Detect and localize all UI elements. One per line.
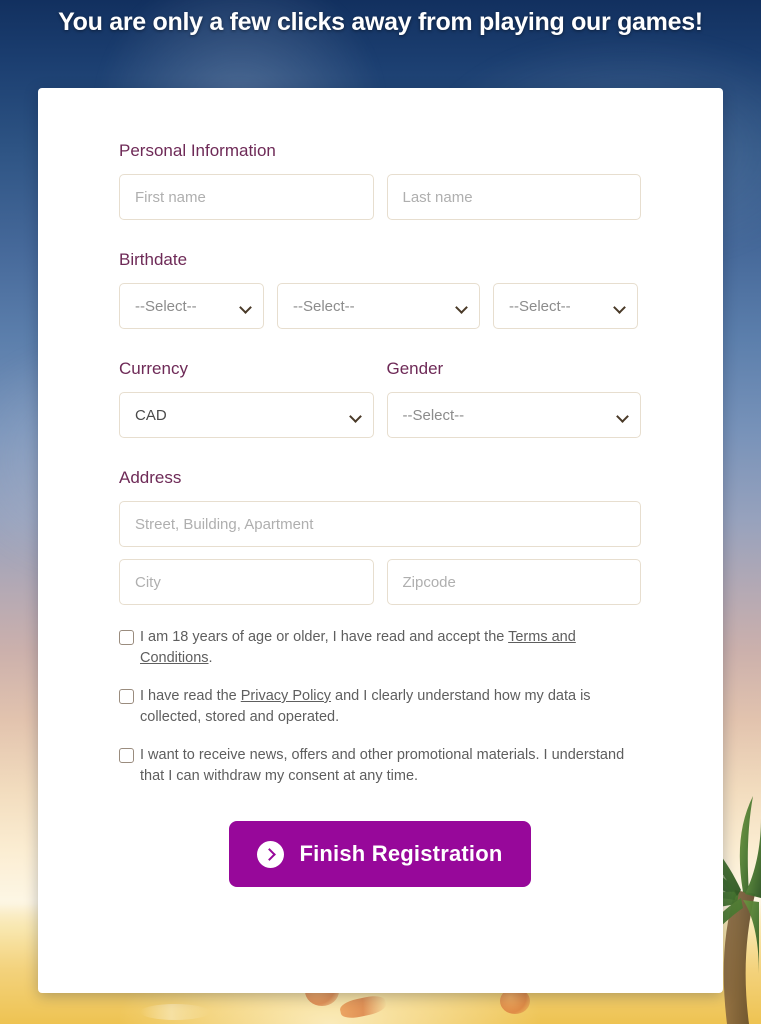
currency-gender-field-row: CAD --Select-- [119,392,641,438]
registration-form-card: Personal Information Birthdate --Select-… [38,88,723,993]
currency-gender-heading-row: Currency Gender [119,358,641,380]
city-input[interactable] [119,559,374,605]
privacy-policy-checkbox[interactable] [119,689,134,704]
age-terms-text-before: I am 18 years of age or older, I have re… [140,629,509,645]
section-heading-personal-information: Personal Information [119,141,276,160]
section-heading-address: Address [119,468,182,487]
consent-row-age-terms: I am 18 years of age or older, I have re… [119,627,641,669]
finish-registration-button[interactable]: Finish Registration [229,821,531,887]
privacy-policy-link[interactable]: Privacy Policy [241,688,331,704]
street-input[interactable] [119,501,641,547]
marketing-label: I want to receive news, offers and other… [140,747,625,784]
city-zip-field-row [119,559,641,605]
age-terms-checkbox[interactable] [119,630,134,645]
birth-month-value: --Select-- [293,297,355,315]
birth-year-select[interactable]: --Select-- [493,283,638,329]
last-name-input[interactable] [386,174,641,220]
consent-row-privacy: I have read the Privacy Policy and I cle… [119,686,641,728]
privacy-text-before: I have read the [140,688,241,704]
name-field-row [119,174,641,220]
section-heading-currency: Currency [119,359,188,378]
age-terms-label: I am 18 years of age or older, I have re… [140,627,641,669]
birth-day-select[interactable]: --Select-- [119,283,264,329]
gender-select[interactable]: --Select-- [386,392,641,438]
registration-form: Personal Information Birthdate --Select-… [119,140,641,887]
currency-value: CAD [135,406,167,424]
privacy-policy-label: I have read the Privacy Policy and I cle… [140,686,641,728]
birth-day-value: --Select-- [135,297,197,315]
section-heading-birthdate: Birthdate [119,250,188,269]
submit-area: Finish Registration [119,821,641,887]
first-name-input[interactable] [119,174,374,220]
street-field-row [119,501,641,547]
currency-select[interactable]: CAD [119,392,374,438]
sand-highlight [140,1004,210,1020]
birthdate-field-row: --Select-- --Select-- --Select-- [119,283,641,329]
consent-row-marketing: I want to receive news, offers and other… [119,745,641,787]
finish-registration-label: Finish Registration [299,841,503,866]
birth-year-value: --Select-- [509,297,571,315]
age-terms-text-after: . [208,650,213,666]
chevron-right-circle-icon [257,840,285,868]
section-heading-gender: Gender [386,359,444,378]
page-title: You are only a few clicks away from play… [58,8,703,36]
birth-month-select[interactable]: --Select-- [277,283,480,329]
zipcode-input[interactable] [386,559,641,605]
marketing-checkbox[interactable] [119,748,134,763]
gender-value: --Select-- [402,406,465,424]
